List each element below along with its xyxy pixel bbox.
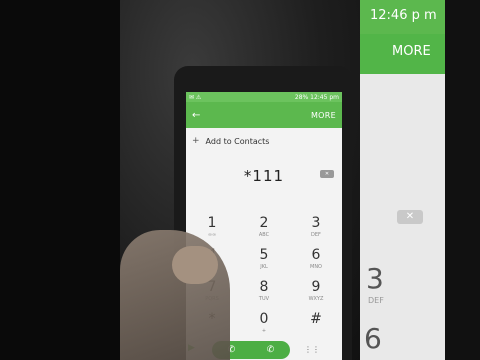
keypad-grid-icon[interactable]: ⋮⋮ (304, 345, 320, 354)
blurred-delete-icon: ✕ (397, 210, 423, 224)
key-2[interactable]: 2 ABC (238, 214, 290, 246)
thumb (172, 246, 218, 284)
blurred-key-3-letters: DEF (368, 296, 384, 305)
key-hash[interactable]: # (290, 310, 342, 342)
key-8[interactable]: 8 TUV (238, 278, 290, 310)
right-edge (445, 0, 480, 360)
dialed-number: *111 (243, 167, 285, 185)
key-6[interactable]: 6 MNO (290, 246, 342, 278)
blurred-status-time: 12:46 p m (360, 0, 445, 34)
hand (120, 230, 230, 360)
key-5[interactable]: 5 JKL (238, 246, 290, 278)
blurred-key-3: 3 (366, 262, 384, 295)
blurred-key-6: 6 (364, 322, 382, 355)
add-to-contacts-label: Add to Contacts (205, 136, 270, 146)
number-display: *111 ✕ (186, 160, 342, 192)
status-bar: ✉ ⚠ 28% 12:45 pm (186, 92, 342, 102)
key-3[interactable]: 3 DEF (290, 214, 342, 246)
more-button[interactable]: MORE (311, 111, 336, 120)
status-right: 28% 12:45 pm (295, 94, 339, 101)
backspace-icon[interactable]: ✕ (320, 170, 334, 178)
key-9[interactable]: 9 WXYZ (290, 278, 342, 310)
blurred-more-label: MORE (392, 44, 431, 59)
arrow-left-icon[interactable]: ← (192, 110, 200, 121)
action-bar: ← MORE (186, 102, 342, 128)
notification-icons: ✉ ⚠ (189, 93, 202, 101)
battery-level: 28% (294, 93, 309, 101)
plus-icon: + (192, 136, 200, 146)
key-0[interactable]: 0 + (238, 310, 290, 342)
add-to-contacts-button[interactable]: + Add to Contacts (186, 128, 342, 154)
sim2-call-icon[interactable]: ✆ (267, 345, 275, 355)
clock: 12:45 pm (310, 93, 339, 101)
